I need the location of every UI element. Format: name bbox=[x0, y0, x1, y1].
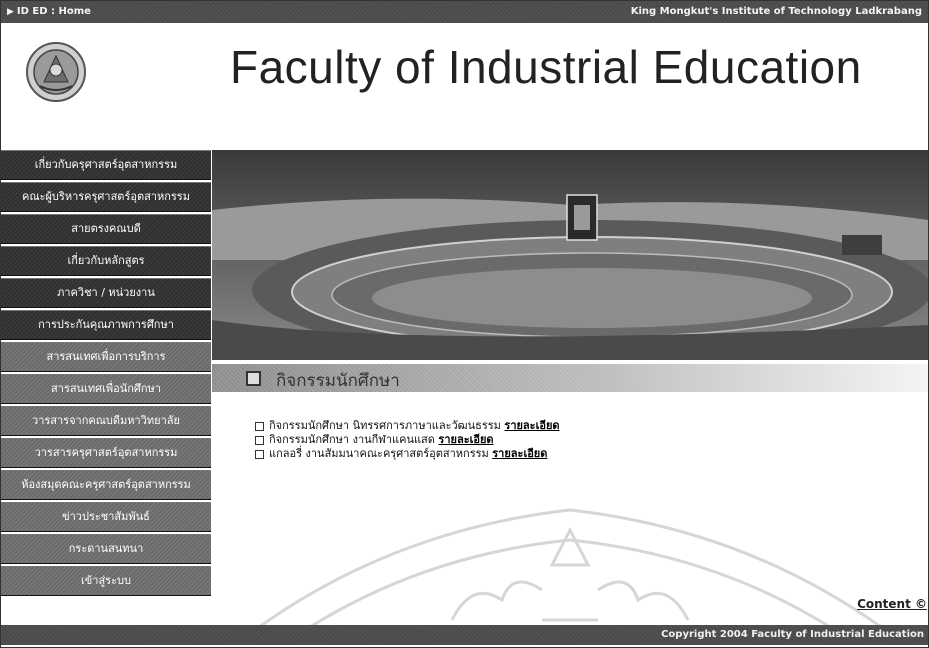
sidebar-item-university-journal[interactable]: วารสารจากคณบดีมหาวิทยาลัย bbox=[1, 406, 211, 436]
list-item: แกลอรี่ งานสัมมนาคณะครุศาสตร์อุตสาหกรรม … bbox=[255, 447, 655, 461]
section-header: กิจกรรมนักศึกษา bbox=[212, 364, 928, 392]
institute-name: King Mongkut's Institute of Technology L… bbox=[630, 6, 922, 17]
details-link[interactable]: รายละเอียด bbox=[504, 419, 559, 432]
activity-text: กิจกรรมนักศึกษา นิทรรศการภาษาและวัฒนธรรม bbox=[269, 419, 501, 432]
sidebar-item-library[interactable]: ห้องสมุดคณะครุศาสตร์อุตสาหกรรม bbox=[1, 470, 211, 500]
bullet-box-icon bbox=[255, 449, 264, 459]
sidebar-item-dean-direct[interactable]: สายตรงคณบดี bbox=[1, 214, 211, 244]
activity-list: กิจกรรมนักศึกษา นิทรรศการภาษาและวัฒนธรรม… bbox=[255, 419, 655, 461]
page-title: Faculty of Industrial Education bbox=[230, 41, 862, 93]
sidebar-item-webboard[interactable]: กระดานสนทนา bbox=[1, 534, 211, 564]
arrow-right-icon: ▶ bbox=[7, 7, 14, 17]
list-item: กิจกรรมนักศึกษา นิทรรศการภาษาและวัฒนธรรม… bbox=[255, 419, 655, 433]
home-link-label: ID ED : Home bbox=[16, 6, 91, 17]
sidebar-item-faculty-journal[interactable]: วารสารครุศาสตร์อุตสาหกรรม bbox=[1, 438, 211, 468]
sidebar-item-curriculum[interactable]: เกี่ยวกับหลักสูตร bbox=[1, 246, 211, 276]
sidebar-item-about-faculty[interactable]: เกี่ยวกับครุศาสตร์อุตสาหกรรม bbox=[1, 150, 211, 180]
stadium-banner-image bbox=[212, 150, 928, 360]
content-link[interactable]: Content © bbox=[857, 597, 927, 611]
activity-text: กิจกรรมนักศึกษา งานกีฬาแคนแสด bbox=[269, 433, 435, 446]
sidebar-item-executives[interactable]: คณะผู้บริหารครุศาสตร์อุตสาหกรรม bbox=[1, 182, 211, 212]
details-link[interactable]: รายละเอียด bbox=[438, 433, 493, 446]
section-checkbox-icon bbox=[246, 371, 261, 386]
details-link[interactable]: รายละเอียด bbox=[492, 447, 547, 460]
top-bar: ▶ ID ED : Home King Mongkut's Institute o… bbox=[1, 1, 928, 23]
list-item: กิจกรรมนักศึกษา งานกีฬาแคนแสด รายละเอียด bbox=[255, 433, 655, 447]
sidebar-nav: เกี่ยวกับครุศาสตร์อุตสาหกรรม คณะผู้บริหา… bbox=[1, 150, 211, 598]
copyright-text: Copyright 2004 Faculty of Industrial Edu… bbox=[661, 629, 924, 640]
bullet-box-icon bbox=[255, 421, 264, 431]
activity-text: แกลอรี่ งานสัมมนาคณะครุศาสตร์อุตสาหกรรม bbox=[269, 447, 489, 460]
sidebar-item-quality-assurance[interactable]: การประกันคุณภาพการศึกษา bbox=[1, 310, 211, 340]
sidebar-item-login[interactable]: เข้าสู่ระบบ bbox=[1, 566, 211, 596]
footer-bar: Copyright 2004 Faculty of Industrial Edu… bbox=[1, 625, 928, 645]
bullet-box-icon bbox=[255, 435, 264, 445]
sidebar-item-service-info[interactable]: สารสนเทศเพื่อการบริการ bbox=[1, 342, 211, 372]
sidebar-item-student-info[interactable]: สารสนเทศเพื่อนักศึกษา bbox=[1, 374, 211, 404]
sidebar-item-news[interactable]: ข่าวประชาสัมพันธ์ bbox=[1, 502, 211, 532]
faculty-seal-logo bbox=[26, 42, 86, 102]
sidebar-item-departments[interactable]: ภาควิชา / หน่วยงาน bbox=[1, 278, 211, 308]
home-link[interactable]: ▶ ID ED : Home bbox=[7, 1, 91, 23]
section-title: กิจกรรมนักศึกษา bbox=[276, 371, 400, 391]
